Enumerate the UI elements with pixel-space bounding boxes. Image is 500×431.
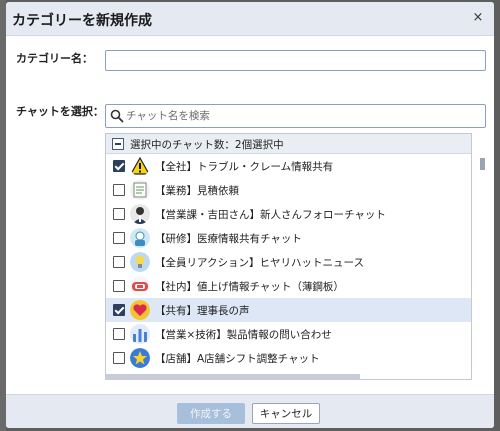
selection-summary-row: 選択中のチャット数：2個選択中 <box>106 134 471 154</box>
person-icon <box>130 204 150 224</box>
chat-name: 【営業課・吉田さん】新人さんフォローチャット <box>155 209 386 221</box>
document-icon <box>130 180 150 200</box>
star-icon <box>130 348 150 368</box>
cancel-button[interactable]: キャンセル <box>252 403 320 424</box>
chat-name: 【営業×技術】製品情報の問い合わせ <box>155 329 332 341</box>
chat-checkbox[interactable] <box>113 256 125 268</box>
chat-checkbox[interactable] <box>113 208 125 220</box>
chat-checkbox[interactable] <box>113 232 125 244</box>
category-name-label: カテゴリー名： <box>16 52 93 65</box>
dialog-footer: 作成する キャンセル <box>6 394 494 428</box>
chat-checkbox[interactable] <box>113 280 125 292</box>
chat-list-item[interactable]: 【共有】理事長の声 <box>106 298 471 322</box>
chat-list-panel: 選択中のチャット数：2個選択中 【全社】トラブル・クレーム情報共有 【業務】見積… <box>105 133 472 380</box>
chat-name: 【業務】見積依頼 <box>155 185 239 197</box>
medical-icon <box>130 228 150 248</box>
chat-list-item[interactable]: 【店舗】A店舗シフト調整チャット <box>106 346 471 370</box>
selection-count-text: 選択中のチャット数：2個選択中 <box>130 139 284 151</box>
bar-chart-icon <box>130 324 150 344</box>
chat-select-label: チャットを選択： <box>16 105 104 118</box>
chat-name: 【店舗】A店舗シフト調整チャット <box>155 353 320 365</box>
close-icon[interactable]: × <box>470 10 486 26</box>
chat-list-item[interactable]: 【営業×技術】製品情報の問い合わせ <box>106 322 471 346</box>
dialog-title: カテゴリーを新規作成 <box>12 13 152 29</box>
create-button[interactable]: 作成する <box>177 403 245 424</box>
chat-checkbox[interactable] <box>113 352 125 364</box>
vertical-scrollbar-thumb[interactable] <box>480 158 485 170</box>
chat-checkbox[interactable] <box>113 184 125 196</box>
select-all-checkbox[interactable] <box>112 138 124 150</box>
chat-list-item[interactable]: 【社内】値上げ情報チャット（薄鋼板） <box>106 274 471 298</box>
chat-name: 【研修】医療情報共有チャット <box>155 233 302 245</box>
chat-search-input[interactable] <box>126 107 481 125</box>
price-up-icon <box>130 276 150 296</box>
chat-list-item[interactable]: 【全員リアクション】ヒヤリハットニュース <box>106 250 471 274</box>
chat-checkbox[interactable] <box>113 328 125 340</box>
create-category-dialog: カテゴリーを新規作成 × カテゴリー名： チャットを選択： 選択中のチャット数：… <box>6 2 494 428</box>
chat-list-item[interactable]: 【業務】見積依頼 <box>106 178 471 202</box>
chat-name: 【社内】値上げ情報チャット（薄鋼板） <box>155 281 344 293</box>
warning-icon <box>130 156 150 175</box>
lightbulb-icon <box>130 252 150 272</box>
chat-list-item[interactable]: 【全社】トラブル・クレーム情報共有 <box>106 154 471 178</box>
chat-search-box[interactable] <box>105 104 486 128</box>
category-name-input[interactable] <box>105 50 486 71</box>
chat-list-item[interactable]: 【営業課・吉田さん】新人さんフォローチャット <box>106 202 471 226</box>
dialog-header: カテゴリーを新規作成 × <box>6 2 494 36</box>
chat-list-item[interactable]: 【研修】医療情報共有チャット <box>106 226 471 250</box>
chat-checkbox[interactable] <box>113 304 125 316</box>
chat-checkbox[interactable] <box>113 160 125 172</box>
search-icon <box>110 109 124 123</box>
horizontal-scrollbar[interactable] <box>105 374 360 380</box>
chat-name: 【全社】トラブル・クレーム情報共有 <box>155 161 334 173</box>
chat-list: 【全社】トラブル・クレーム情報共有 【業務】見積依頼 【営業課・吉田さん】新人さ… <box>106 154 471 370</box>
chat-name: 【共有】理事長の声 <box>155 305 250 317</box>
heart-icon <box>130 300 150 320</box>
chat-name: 【全員リアクション】ヒヤリハットニュース <box>155 257 364 269</box>
